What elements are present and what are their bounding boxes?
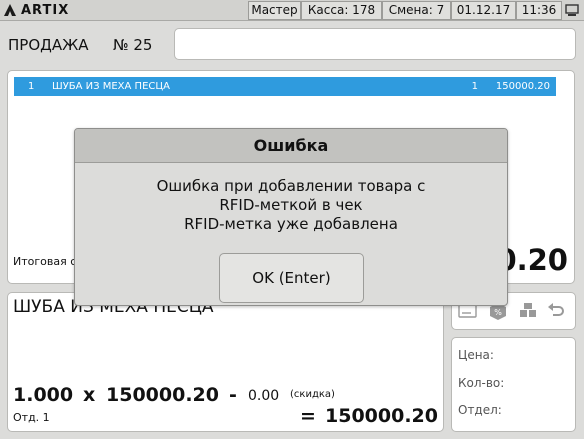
dialog-title: Ошибка	[75, 129, 507, 163]
dept-label: Отдел:	[458, 403, 502, 417]
dialog-message-line: Ошибка при добавлении товара с	[156, 177, 426, 195]
item-minus: -	[229, 384, 237, 406]
logo-text: ARTIX	[21, 2, 70, 18]
item-quantity: 1.000	[13, 384, 74, 406]
ok-button[interactable]: OK (Enter)	[219, 253, 364, 303]
status-bar: ARTIX Мастер Касса: 178 Смена: 7 01.12.1…	[0, 0, 584, 21]
item-department: Отд. 1	[13, 411, 50, 424]
barcode-input[interactable]	[174, 28, 576, 60]
sale-number: № 25	[113, 36, 153, 54]
item-times: x	[83, 384, 96, 406]
dialog-message: Ошибка при добавлении товара с RFID-метк…	[75, 177, 507, 234]
return-icon[interactable]	[546, 301, 566, 321]
status-time: 11:36	[516, 1, 562, 20]
artix-logo-icon	[4, 4, 16, 16]
row-qty: 1	[471, 81, 478, 92]
receipt-row[interactable]: 1 ШУБА ИЗ МЕХА ПЕСЦА 1 150000.20	[14, 77, 556, 96]
dialog-message-line: RFID-меткой в чек	[219, 196, 363, 214]
dialog-message-line: RFID-метка уже добавлена	[184, 215, 398, 233]
status-shift: Смена: 7	[382, 1, 451, 20]
item-discount-label: (скидка)	[290, 389, 335, 400]
error-dialog: Ошибка Ошибка при добавлении товара с RF…	[74, 128, 508, 306]
row-index: 1	[28, 81, 35, 92]
row-name: ШУБА ИЗ МЕХА ПЕСЦА	[52, 81, 170, 92]
price-label: Цена:	[458, 348, 494, 362]
monitor-icon[interactable]	[562, 1, 582, 18]
svg-text:%: %	[494, 308, 502, 317]
item-equals: =	[300, 405, 316, 427]
item-sum: 150000.20	[325, 405, 438, 427]
item-discount: 0.00	[248, 388, 280, 404]
row-sum: 150000.20	[495, 81, 550, 92]
page-title: ПРОДАЖА	[8, 36, 89, 54]
status-date: 01.12.17	[451, 1, 516, 20]
status-user: Мастер	[248, 1, 301, 20]
app-logo: ARTIX	[3, 2, 69, 18]
item-info-panel: Цена: Кол-во: Отдел:	[451, 337, 576, 432]
item-price: 150000.20	[106, 384, 219, 406]
qty-label: Кол-во:	[458, 376, 505, 390]
total-label: Итоговая с	[13, 255, 77, 268]
item-details: ШУБА ИЗ МЕХА ПЕСЦА 1.000 x 150000.20 - 0…	[7, 292, 444, 432]
status-register: Касса: 178	[301, 1, 382, 20]
boxes-icon[interactable]	[518, 301, 538, 321]
